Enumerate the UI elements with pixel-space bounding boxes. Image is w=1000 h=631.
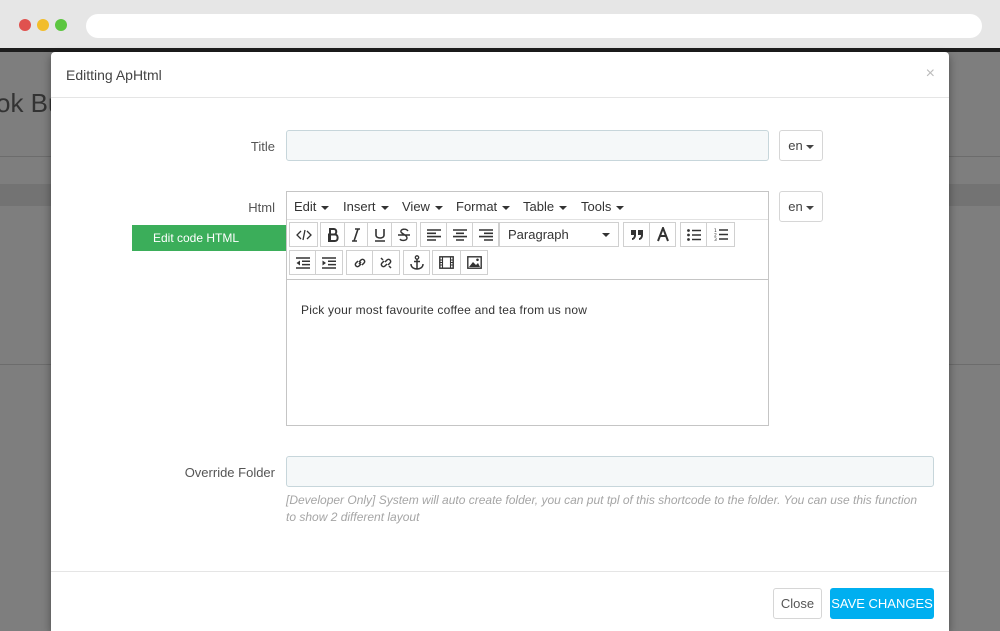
caret-down-icon bbox=[805, 205, 814, 210]
edit-code-html-button[interactable]: Edit code HTML bbox=[132, 225, 287, 251]
window-maximize-dot[interactable] bbox=[55, 19, 67, 31]
menu-tools[interactable]: Tools bbox=[581, 199, 625, 214]
quote-icon bbox=[630, 229, 643, 240]
html-lang-dropdown[interactable]: en bbox=[779, 191, 823, 222]
italic-icon bbox=[352, 227, 360, 242]
caret-down-icon bbox=[616, 205, 625, 210]
address-bar[interactable] bbox=[86, 14, 982, 38]
caret-down-icon bbox=[434, 205, 443, 210]
rich-text-editor: Edit Insert View Format Table Tools Para… bbox=[286, 191, 769, 426]
block-format-value: Paragraph bbox=[508, 227, 569, 242]
menu-view-label: View bbox=[402, 199, 430, 214]
unlink-icon bbox=[380, 256, 392, 269]
window-minimize-dot[interactable] bbox=[37, 19, 49, 31]
outdent-icon bbox=[295, 256, 310, 269]
underline-button[interactable] bbox=[367, 222, 392, 247]
menu-tools-label: Tools bbox=[581, 199, 612, 214]
insert-image-button[interactable] bbox=[460, 250, 488, 275]
menu-insert[interactable]: Insert bbox=[343, 199, 389, 214]
close-button[interactable]: Close bbox=[773, 588, 822, 619]
remove-link-button[interactable] bbox=[372, 250, 400, 275]
underline-icon bbox=[374, 228, 385, 242]
indent-button[interactable] bbox=[315, 250, 343, 275]
close-icon[interactable]: × bbox=[926, 65, 935, 83]
editor-menubar: Edit Insert View Format Table Tools bbox=[287, 192, 768, 220]
film-icon bbox=[439, 256, 454, 269]
menu-insert-label: Insert bbox=[343, 199, 376, 214]
strikethrough-button[interactable] bbox=[391, 222, 417, 247]
align-right-icon bbox=[478, 228, 493, 241]
anchor-button[interactable] bbox=[403, 250, 430, 275]
blockquote-button[interactable] bbox=[623, 222, 650, 247]
menu-format[interactable]: Format bbox=[456, 199, 511, 214]
align-left-icon bbox=[426, 228, 441, 241]
align-right-button[interactable] bbox=[472, 222, 499, 247]
html-label: Html bbox=[248, 200, 275, 215]
strikethrough-icon bbox=[398, 228, 410, 241]
align-center-icon bbox=[452, 228, 467, 241]
image-icon bbox=[466, 256, 482, 269]
bullet-list-icon bbox=[686, 228, 701, 241]
modal-footer: Close SAVE CHANGES bbox=[51, 571, 949, 631]
override-folder-help: [Developer Only] System will auto create… bbox=[286, 493, 918, 524]
edit-modal: Editting ApHtml × Title en Html en Edit … bbox=[51, 52, 949, 631]
numbered-list-button[interactable]: 123 bbox=[706, 222, 735, 247]
caret-down-icon bbox=[321, 205, 330, 210]
bullet-list-button[interactable] bbox=[680, 222, 707, 247]
modal-header: Editting ApHtml × bbox=[51, 52, 949, 98]
svg-text:3: 3 bbox=[714, 237, 717, 241]
align-center-button[interactable] bbox=[446, 222, 473, 247]
anchor-icon bbox=[409, 255, 424, 270]
title-label: Title bbox=[250, 139, 275, 154]
bold-button[interactable] bbox=[320, 222, 345, 247]
indent-icon bbox=[322, 256, 336, 269]
menu-table[interactable]: Table bbox=[523, 199, 568, 214]
modal-title: Editting ApHtml bbox=[66, 67, 162, 83]
caret-down-icon bbox=[805, 144, 814, 149]
link-icon bbox=[354, 258, 365, 267]
title-lang-value: en bbox=[788, 138, 803, 153]
save-changes-button[interactable]: SAVE CHANGES bbox=[830, 588, 934, 619]
align-left-button[interactable] bbox=[420, 222, 447, 247]
numbered-list-icon: 123 bbox=[714, 228, 728, 241]
menu-view[interactable]: View bbox=[402, 199, 443, 214]
text-color-icon bbox=[656, 226, 669, 241]
title-lang-dropdown[interactable]: en bbox=[779, 130, 823, 161]
caret-down-icon bbox=[559, 205, 568, 210]
title-input[interactable] bbox=[286, 130, 769, 161]
menu-table-label: Table bbox=[523, 199, 555, 214]
bold-icon bbox=[327, 227, 339, 242]
override-folder-label: Override Folder bbox=[184, 465, 275, 480]
override-folder-input[interactable] bbox=[286, 456, 934, 487]
code-icon bbox=[295, 229, 312, 240]
source-code-button[interactable] bbox=[289, 222, 318, 247]
block-format-dropdown[interactable]: Paragraph bbox=[499, 222, 619, 247]
window-close-dot[interactable] bbox=[19, 19, 31, 31]
font-color-button[interactable] bbox=[649, 222, 676, 247]
menu-edit-label: Edit bbox=[294, 199, 317, 214]
editor-toolbar: Paragraph 123 bbox=[287, 220, 768, 280]
editor-content[interactable]: Pick your most favourite coffee and tea … bbox=[287, 280, 768, 425]
browser-chrome bbox=[0, 0, 1000, 48]
html-lang-value: en bbox=[788, 199, 803, 214]
menu-format-label: Format bbox=[456, 199, 498, 214]
caret-down-icon bbox=[602, 233, 610, 237]
outdent-button[interactable] bbox=[289, 250, 316, 275]
menu-edit[interactable]: Edit bbox=[294, 199, 330, 214]
italic-button[interactable] bbox=[344, 222, 368, 247]
insert-media-button[interactable] bbox=[432, 250, 461, 275]
caret-down-icon bbox=[502, 205, 511, 210]
insert-link-button[interactable] bbox=[346, 250, 373, 275]
caret-down-icon bbox=[380, 205, 389, 210]
